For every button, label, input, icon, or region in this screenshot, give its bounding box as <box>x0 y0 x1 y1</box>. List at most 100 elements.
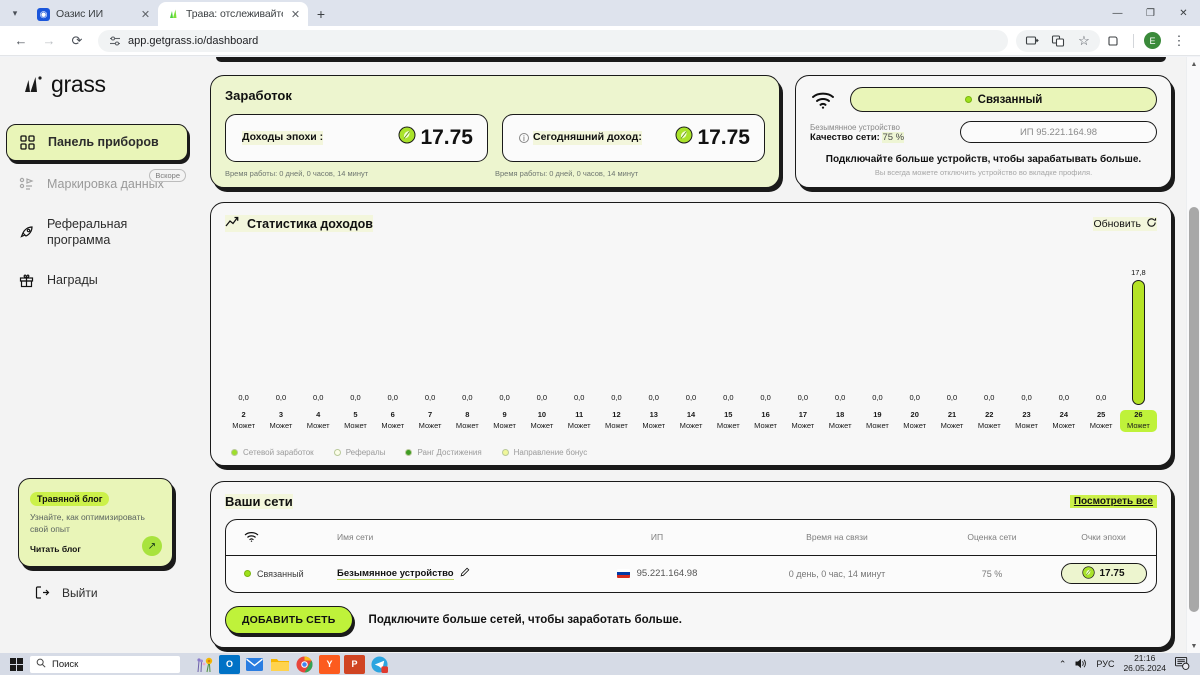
yandex-browser-icon[interactable]: Y <box>319 654 340 674</box>
reload-icon[interactable]: ⟳ <box>64 28 90 54</box>
chart-x-tick-day: 4 <box>316 410 321 419</box>
translate-icon[interactable] <box>1045 28 1071 54</box>
chart-bar-value-label: 0,0 <box>275 393 287 402</box>
window-controls: — ❐ ✕ <box>1101 0 1200 26</box>
chart-x-tick-day: 20 <box>910 410 919 419</box>
forward-icon[interactable]: → <box>36 28 62 54</box>
minimize-button[interactable]: — <box>1101 0 1134 26</box>
chart-x-tick-day: 18 <box>835 410 845 419</box>
blog-promo-card[interactable]: Травяной блог Узнайте, как оптимизироват… <box>18 478 173 567</box>
mail-icon[interactable] <box>244 655 265 674</box>
sidebar-item-dashboard[interactable]: Панель приборов <box>6 124 188 161</box>
chart-bar-column: 0,0 <box>710 250 747 405</box>
refresh-button[interactable]: Обновить <box>1093 216 1157 231</box>
view-all-link[interactable]: Посмотреть все <box>1069 494 1157 508</box>
column-header-uptime: Время на связи <box>806 532 868 543</box>
chart-bar-column: 17,8 <box>1120 250 1157 405</box>
chart-x-tick: 26 Может <box>1119 410 1158 432</box>
chart-x-tick-month: Может <box>754 420 777 430</box>
extensions-icon[interactable] <box>1101 28 1127 54</box>
maximize-button[interactable]: ❐ <box>1134 0 1167 26</box>
tab-search-chevron-icon[interactable]: ▾ <box>2 0 28 26</box>
chart-bar-column: 0,0 <box>598 250 635 405</box>
chart-legend-item[interactable]: Ранг Достижения <box>405 448 482 457</box>
chart-x-tick: 7 Может <box>411 410 448 432</box>
close-icon[interactable]: ✕ <box>139 8 152 21</box>
outlook-icon[interactable]: O <box>219 654 240 674</box>
windows-start-icon[interactable] <box>4 657 28 671</box>
language-indicator[interactable]: РУС <box>1096 659 1114 669</box>
volume-icon[interactable] <box>1075 658 1087 671</box>
info-circle-icon[interactable]: i <box>519 133 529 144</box>
chart-x-tick-month: Может <box>306 420 330 430</box>
tune-icon[interactable] <box>108 34 121 47</box>
chevron-up-icon[interactable]: ⌃ <box>1059 659 1067 670</box>
chart-title: Статистика доходов <box>247 216 373 231</box>
kebab-menu-icon[interactable]: ⋮ <box>1166 28 1192 54</box>
chart-x-tick: 25 Может <box>1082 410 1119 432</box>
chart-legend-item[interactable]: Рефералы <box>333 448 385 457</box>
pencil-icon[interactable] <box>460 567 470 580</box>
sidebar-item-referral[interactable]: Реферальная программа <box>6 208 188 257</box>
clock-date: 26.05.2024 <box>1123 663 1166 673</box>
close-icon[interactable]: ✕ <box>289 8 302 21</box>
network-quality-label: Качество сети: <box>810 132 880 143</box>
chart-x-tick: 9 Может <box>486 410 523 432</box>
sidebar-item-rewards[interactable]: Награды <box>6 263 188 298</box>
legend-swatch-icon <box>231 448 238 456</box>
new-tab-button[interactable]: + <box>308 2 334 26</box>
screen-cast-icon[interactable] <box>1019 28 1045 54</box>
telegram-icon[interactable] <box>369 655 390 674</box>
row-device-name: Безымянное устройство <box>337 567 567 580</box>
grass-logo-icon <box>22 74 44 96</box>
blog-tag: Травяной блог <box>30 492 110 507</box>
chart-legend-item[interactable]: Направление бонус <box>501 448 587 457</box>
scroll-up-arrow-icon[interactable]: ▲ <box>1187 57 1200 71</box>
earnings-uptime-row: Время работы: 0 дней, 0 часов, 14 минут … <box>225 169 765 178</box>
address-bar[interactable]: app.getgrass.io/dashboard <box>98 29 1008 52</box>
bookmark-star-icon[interactable]: ☆ <box>1071 28 1097 54</box>
line-chart-icon <box>225 215 239 232</box>
table-row[interactable]: Связанный Безымянное устройство 95.221.1… <box>226 556 1156 592</box>
powerpoint-icon[interactable]: P <box>344 654 365 674</box>
logout-button[interactable]: Выйти <box>34 584 98 601</box>
file-explorer-icon[interactable] <box>269 655 290 674</box>
earnings-title: Заработок <box>225 88 292 103</box>
row-device-name-text: Безымянное устройство <box>337 567 454 580</box>
chart-x-tick: 2 Может <box>225 410 262 432</box>
chart-x-tick-month: Может <box>232 420 256 430</box>
close-window-button[interactable]: ✕ <box>1167 0 1200 26</box>
column-header-name: Имя сети <box>337 532 374 543</box>
chart-bar[interactable] <box>1131 280 1145 405</box>
chart-bar-value-label: 0,0 <box>797 393 809 402</box>
search-input[interactable]: Поиск <box>30 655 180 673</box>
scrollbar-thumb[interactable] <box>1189 207 1199 612</box>
chart-x-tick-day: 26 <box>1134 410 1143 419</box>
chart-x-tick: 5 Может <box>337 410 374 432</box>
chart-x-tick-month: Может <box>1126 420 1150 430</box>
chart-bar-column: 0,0 <box>449 250 486 405</box>
weather-flowers-icon[interactable] <box>194 655 215 674</box>
back-icon[interactable]: ← <box>8 28 34 54</box>
chart-bar-value-label: 0,0 <box>1021 393 1032 402</box>
column-header-score: Оценка сети <box>967 532 1017 543</box>
arrow-up-right-icon[interactable]: ↗ <box>142 536 162 556</box>
avatar[interactable]: E <box>1144 32 1161 49</box>
chart-x-tick-day: 19 <box>873 410 882 419</box>
chrome-icon[interactable] <box>294 655 315 674</box>
today-earnings-value-group: 17.75 <box>675 126 750 150</box>
chart-x-tick-day: 22 <box>985 410 994 419</box>
chart-bar-value-label: 0,0 <box>387 393 398 402</box>
browser-tab-grass[interactable]: Трава: отслеживайте свои наг ✕ <box>158 2 308 26</box>
scroll-down-arrow-icon[interactable]: ▼ <box>1187 639 1200 653</box>
add-network-button[interactable]: ДОБАВИТЬ СЕТЬ <box>225 605 353 634</box>
chart-bar-column: 0,0 <box>523 250 560 405</box>
ru-flag <box>616 569 630 579</box>
page-scrollbar[interactable]: ▲ ▼ <box>1186 57 1200 653</box>
sidebar-item-data-labeling[interactable]: Маркировка данных Вскоре <box>6 167 188 202</box>
browser-tab-oasis[interactable]: ◉ Оазис ИИ ✕ <box>28 2 158 26</box>
chart-legend-item[interactable]: Сетевой заработок <box>231 448 314 457</box>
chart-x-tick: 14 Может <box>672 410 709 432</box>
notifications-icon[interactable] <box>1175 656 1190 672</box>
clock[interactable]: 21:16 26.05.2024 <box>1123 653 1166 674</box>
